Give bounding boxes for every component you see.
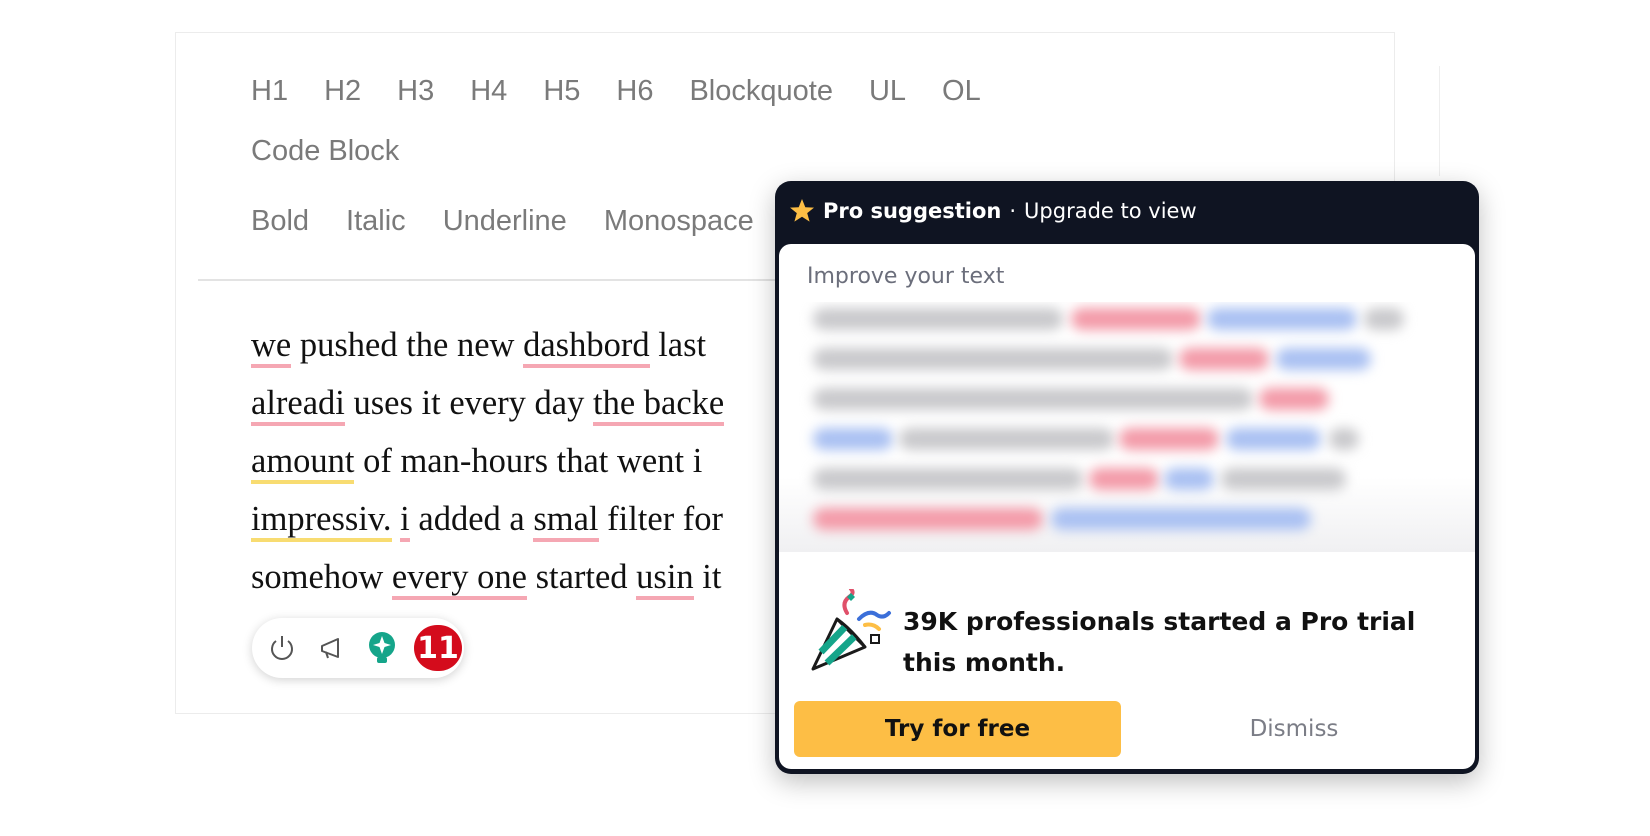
format-bold-button[interactable]: Bold bbox=[251, 205, 309, 238]
spelling-error-word[interactable]: smal bbox=[533, 500, 599, 542]
star-icon bbox=[790, 199, 814, 222]
text-segment: started bbox=[526, 558, 637, 596]
section-label: Improve your text bbox=[807, 264, 1005, 289]
issue-count-badge[interactable]: 11 bbox=[414, 625, 462, 671]
try-for-free-button[interactable]: Try for free bbox=[794, 701, 1121, 757]
spelling-error-word[interactable]: dashbord bbox=[523, 326, 650, 368]
megaphone-icon[interactable] bbox=[314, 630, 350, 666]
spelling-error-word[interactable]: usin bbox=[636, 558, 694, 600]
format-italic-button[interactable]: Italic bbox=[346, 205, 406, 238]
spelling-error-word[interactable]: we bbox=[251, 326, 292, 368]
format-code-block-button[interactable]: Code Block bbox=[251, 135, 399, 168]
pro-suggestion-popup: Pro suggestion · Upgrade to view Improve… bbox=[775, 181, 1479, 774]
popup-body: Improve your text 39K professionals star… bbox=[779, 244, 1475, 769]
popup-title: Pro suggestion bbox=[823, 199, 1002, 223]
clarity-suggestion-word[interactable]: amount bbox=[251, 442, 355, 484]
spelling-error-word[interactable]: alreadi bbox=[251, 384, 345, 426]
text-segment: pushed the new bbox=[291, 326, 524, 364]
blurred-suggestion-preview bbox=[779, 302, 1475, 552]
spelling-error-word[interactable]: every one bbox=[391, 558, 527, 600]
format-h4-button[interactable]: H4 bbox=[470, 75, 507, 108]
format-h5-button[interactable]: H5 bbox=[543, 75, 580, 108]
editor-divider-vertical bbox=[1439, 66, 1440, 176]
format-h2-button[interactable]: H2 bbox=[324, 75, 361, 108]
writing-assistant-widget: 11 bbox=[252, 618, 464, 678]
text-segment: of man-hours that went i bbox=[354, 442, 703, 480]
inline-format-toolbar: Bold Italic Underline Monospace bbox=[251, 205, 791, 238]
header-separator: · bbox=[1009, 199, 1017, 223]
format-h6-button[interactable]: H6 bbox=[616, 75, 653, 108]
format-ol-button[interactable]: OL bbox=[942, 75, 981, 108]
promo-text: 39K professionals started a Pro trial th… bbox=[903, 607, 1416, 677]
text-segment: filter for bbox=[598, 500, 724, 538]
clarity-suggestion-word[interactable]: impressiv. bbox=[251, 500, 392, 542]
format-ul-button[interactable]: UL bbox=[869, 75, 906, 108]
lightbulb-sparkle-icon[interactable] bbox=[364, 630, 400, 666]
format-monospace-button[interactable]: Monospace bbox=[604, 205, 754, 238]
dismiss-button[interactable]: Dismiss bbox=[1124, 701, 1464, 757]
spelling-error-word[interactable]: the backe bbox=[593, 384, 725, 426]
spelling-error-word[interactable]: i bbox=[400, 500, 410, 542]
text-segment: somehow bbox=[251, 558, 392, 596]
party-popper-icon bbox=[811, 589, 891, 671]
text-segment: it bbox=[693, 558, 722, 596]
format-blockquote-button[interactable]: Blockquote bbox=[689, 75, 833, 108]
format-h1-button[interactable]: H1 bbox=[251, 75, 288, 108]
upgrade-link[interactable]: Upgrade to view bbox=[1024, 199, 1197, 223]
power-icon[interactable] bbox=[264, 630, 300, 666]
code-block-toolbar: Code Block bbox=[251, 135, 435, 168]
block-format-toolbar: H1 H2 H3 H4 H5 H6 Blockquote UL OL bbox=[251, 75, 1017, 108]
text-segment bbox=[392, 500, 401, 538]
popup-header: Pro suggestion · Upgrade to view bbox=[789, 194, 1197, 228]
text-segment: last bbox=[649, 326, 707, 364]
format-h3-button[interactable]: H3 bbox=[397, 75, 434, 108]
format-underline-button[interactable]: Underline bbox=[443, 205, 567, 238]
text-segment: uses it every day bbox=[344, 384, 593, 422]
text-segment: added a bbox=[409, 500, 534, 538]
